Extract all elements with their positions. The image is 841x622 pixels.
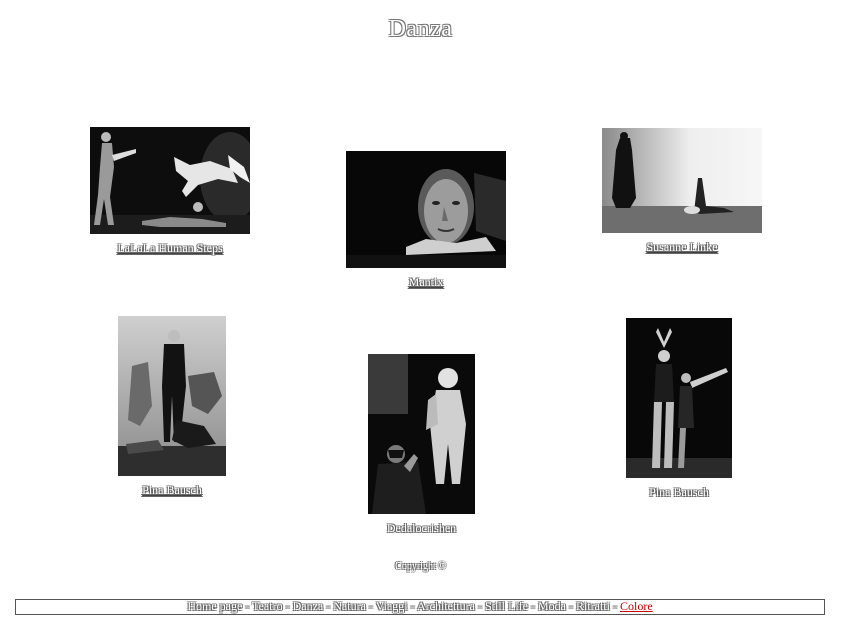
nav-separator: - [568, 599, 573, 613]
nav-link-teatro[interactable]: Teatro [252, 599, 282, 613]
photo-cell-6: Pina Bausch [626, 318, 732, 500]
photo-caption-6: Pina Bausch [649, 485, 709, 499]
nav-link-colore[interactable]: Colore [620, 599, 653, 613]
nav-link-ritratti[interactable]: Ritratti [576, 599, 610, 613]
nav-link-viaggi[interactable]: Viaggi [376, 599, 408, 613]
nav-link-home[interactable]: Home page [187, 599, 242, 613]
photo-caption-2[interactable]: Mantix [346, 275, 506, 290]
nav-separator: - [285, 599, 290, 613]
nav-link-natura[interactable]: Natura [333, 599, 366, 613]
page-title: Danza [388, 16, 453, 42]
photo-thumbnail-4[interactable] [118, 316, 226, 476]
bottom-nav-bar: Home page - Teatro - Danza - Natura - Vi… [15, 599, 825, 615]
photo-caption-5: Dedalocrishen [386, 521, 457, 535]
page: Danza LaLaLa Human Steps Mantix Susanne … [0, 0, 841, 622]
nav-separator: - [410, 599, 415, 613]
copyright-notice: Copyright © [395, 561, 446, 572]
photo-cell-1: LaLaLa Human Steps [90, 127, 250, 256]
nav-link-danza[interactable]: Danza [293, 599, 324, 613]
photo-thumbnail-1[interactable] [90, 127, 250, 234]
nav-link-still-life[interactable]: Still Life [485, 599, 528, 613]
nav-separator: - [368, 599, 373, 613]
photo-caption-3[interactable]: Susanne Linke [602, 240, 762, 255]
photo-thumbnail-2[interactable] [346, 151, 506, 268]
photo-thumbnail-5[interactable] [368, 354, 475, 514]
nav-link-architettura[interactable]: Architettura [417, 599, 475, 613]
photo-thumbnail-6[interactable] [626, 318, 732, 478]
nav-separator: - [326, 599, 331, 613]
nav-separator: - [612, 599, 617, 613]
nav-separator: - [477, 599, 482, 613]
photo-cell-3: Susanne Linke [602, 128, 762, 255]
photo-thumbnail-3[interactable] [602, 128, 762, 233]
photo-cell-2: Mantix [346, 151, 506, 290]
photo-cell-4: Pina Bausch [118, 316, 226, 498]
photo-caption-1[interactable]: LaLaLa Human Steps [90, 241, 250, 256]
nav-separator: - [245, 599, 250, 613]
nav-separator: - [530, 599, 535, 613]
photo-caption-4[interactable]: Pina Bausch [118, 483, 226, 498]
photo-cell-5: Dedalocrishen [368, 354, 475, 536]
nav-link-moda[interactable]: Moda [538, 599, 566, 613]
